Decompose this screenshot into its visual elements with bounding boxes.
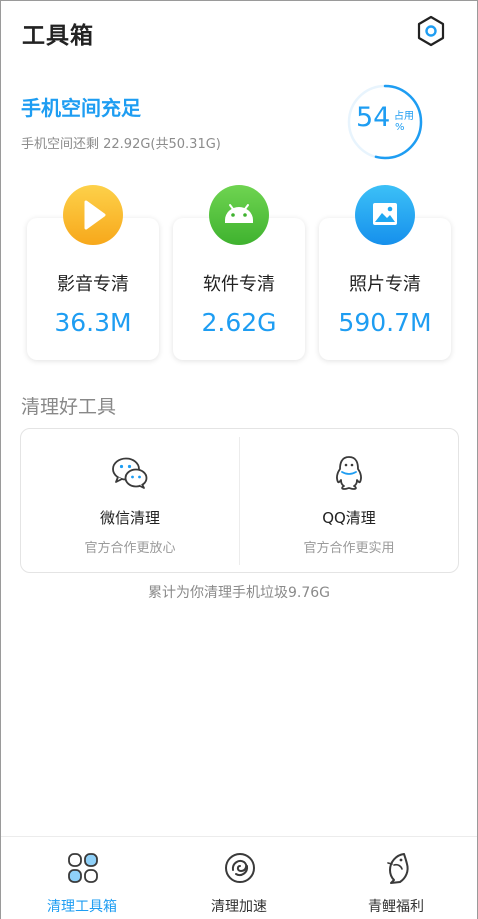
tool-desc: 官方合作更放心 <box>84 541 176 556</box>
tool-desc: 官方合作更实用 <box>303 541 395 556</box>
nav-label: 清理工具箱 <box>47 899 117 915</box>
speed-swirl-icon <box>225 853 255 883</box>
category-card-media[interactable]: 影音专清 36.3M <box>27 185 159 360</box>
nav-label: 清理加速 <box>211 899 267 915</box>
tool-name: QQ清理 <box>322 509 376 527</box>
category-size: 36.3M <box>54 308 132 337</box>
qq-penguin-icon <box>336 456 362 490</box>
storage-used-label: 占用 <box>394 111 414 122</box>
carp-fish-icon <box>387 853 409 884</box>
category-label: 软件专清 <box>203 274 275 295</box>
nav-tab-toolbox[interactable]: 清理工具箱 <box>3 837 161 919</box>
storage-remaining: 手机空间还剩 22.92G(共50.31G) <box>21 137 221 152</box>
tools-section-title: 清理好工具 <box>21 396 117 418</box>
category-label: 影音专清 <box>57 274 129 295</box>
category-card-photos[interactable]: 照片专清 590.7M <box>319 185 451 360</box>
storage-used-percent: 54 <box>356 102 391 133</box>
toolbox-grid-icon <box>68 853 98 883</box>
settings-button[interactable] <box>416 14 446 48</box>
nav-tab-speedup[interactable]: 清理加速 <box>160 837 318 919</box>
tools-panel: 微信清理 官方合作更放心 QQ清理 官方合作更实用 <box>20 428 459 573</box>
bottom-nav: 清理工具箱 清理加速 青鲤福利 <box>1 836 477 919</box>
wechat-icon <box>112 457 148 489</box>
category-card-apps[interactable]: 软件专清 2.62G <box>173 185 305 360</box>
nav-tab-welfare[interactable]: 青鲤福利 <box>317 837 475 919</box>
nav-label: 青鲤福利 <box>368 899 424 915</box>
header: 工具箱 <box>22 14 452 50</box>
android-icon <box>209 185 269 245</box>
tool-name: 微信清理 <box>99 509 160 527</box>
storage-status: 手机空间充足 <box>21 96 141 120</box>
category-label: 照片专清 <box>349 274 421 295</box>
wechat-clean-button[interactable]: 微信清理 官方合作更放心 <box>21 429 239 572</box>
category-size: 2.62G <box>201 308 277 337</box>
total-cleaned-text: 累计为你清理手机垃圾9.76G <box>147 585 331 601</box>
image-icon <box>355 185 415 245</box>
qq-clean-button[interactable]: QQ清理 官方合作更实用 <box>240 429 458 572</box>
page-title: 工具箱 <box>22 23 94 49</box>
category-size: 590.7M <box>338 308 432 337</box>
storage-percent-sign: % <box>395 122 405 133</box>
settings-hexagon-icon <box>417 15 445 47</box>
play-icon <box>63 185 123 245</box>
